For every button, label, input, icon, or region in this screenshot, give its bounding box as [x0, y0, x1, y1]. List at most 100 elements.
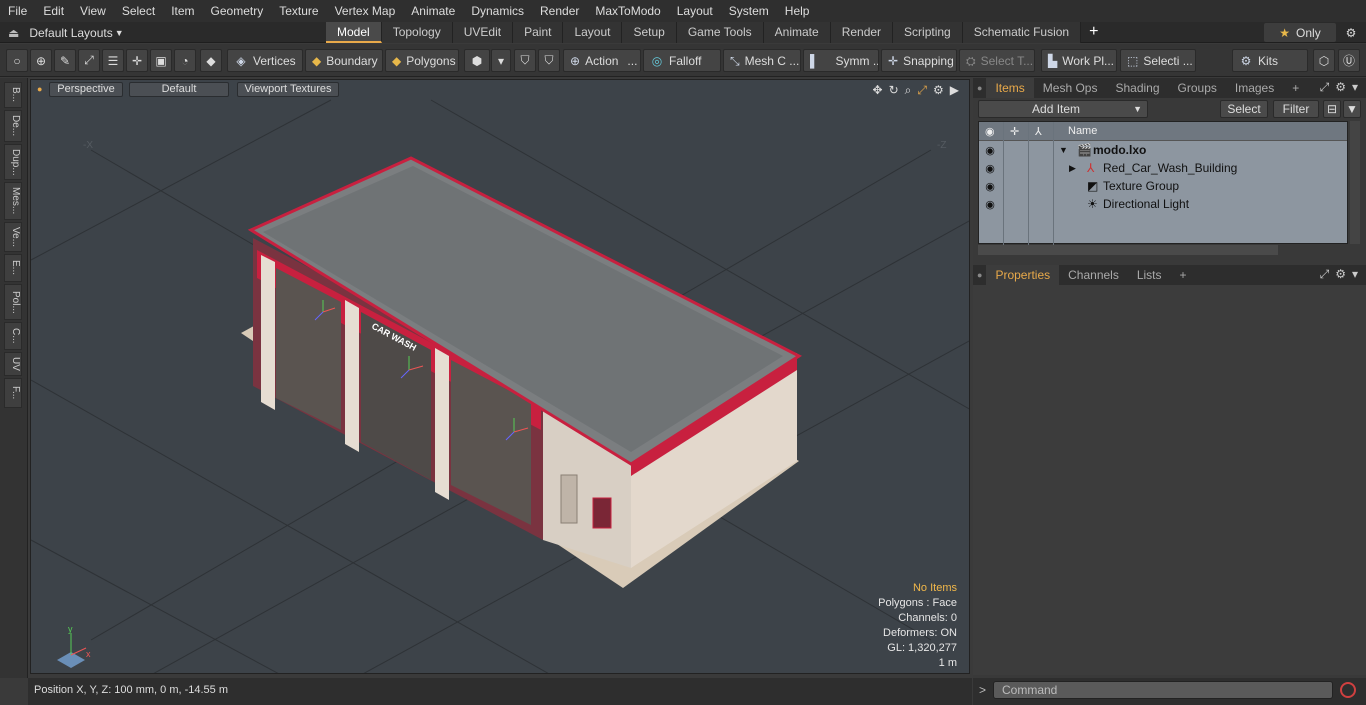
item-mode-icon[interactable]: ◆: [200, 49, 222, 72]
material-icon[interactable]: ⬢: [464, 49, 490, 72]
viewport-textures-button[interactable]: Viewport Textures: [237, 82, 339, 97]
panel-menu-icon[interactable]: ▾: [1352, 80, 1358, 95]
left-tab-uv[interactable]: UV: [4, 352, 22, 376]
expand-icon[interactable]: ⤢: [1320, 80, 1330, 95]
left-tab-duplicate[interactable]: Dup...: [4, 144, 22, 180]
tab-items[interactable]: Items: [986, 78, 1034, 98]
menu-help[interactable]: Help: [777, 0, 818, 22]
menu-texture[interactable]: Texture: [271, 0, 326, 22]
layout-dropdown[interactable]: ⏏ Default Layouts ▼: [8, 24, 124, 41]
shield-icon[interactable]: ⛉: [514, 49, 536, 72]
tab-animate[interactable]: Animate: [763, 22, 831, 43]
menu-dynamics[interactable]: Dynamics: [463, 0, 532, 22]
tab-model[interactable]: Model: [326, 22, 382, 43]
menu-animate[interactable]: Animate: [403, 0, 463, 22]
expand-arrow-icon[interactable]: ▶: [1069, 163, 1076, 174]
left-tab-polygon[interactable]: Pol...: [4, 284, 22, 320]
tab-setup[interactable]: Setup: [622, 22, 677, 43]
tab-groups[interactable]: Groups: [1169, 78, 1226, 98]
mesh-constraints-button[interactable]: ⤡ Mesh C ...: [723, 49, 801, 72]
action-center-button[interactable]: ⊕ Action...: [563, 49, 641, 72]
item-list-hscrollbar[interactable]: [978, 245, 1278, 255]
select-button[interactable]: Select: [1220, 100, 1268, 118]
frame-icon[interactable]: ▣: [150, 49, 172, 72]
menu-select[interactable]: Select: [114, 0, 163, 22]
add-tab-icon[interactable]: +: [1081, 22, 1106, 43]
shading-button[interactable]: Default: [129, 82, 229, 97]
tab-render[interactable]: Render: [830, 22, 894, 43]
left-tab-deform[interactable]: De...: [4, 110, 22, 142]
tab-shading[interactable]: Shading: [1106, 78, 1168, 98]
chevron-down-icon[interactable]: ▾: [491, 49, 511, 72]
menu-geometry[interactable]: Geometry: [203, 0, 272, 22]
menu-render[interactable]: Render: [532, 0, 587, 22]
shield-alt-icon[interactable]: ⛉: [538, 49, 560, 72]
tab-layout[interactable]: Layout: [563, 22, 623, 43]
brush-icon[interactable]: ⤢: [78, 49, 100, 72]
unreal-icon[interactable]: Ⓤ: [1338, 49, 1360, 72]
menu-vertex-map[interactable]: Vertex Map: [327, 0, 404, 22]
add-item-button[interactable]: Add Item ▼: [978, 100, 1148, 118]
timer-icon[interactable]: ◔: [174, 49, 196, 72]
left-tab-curve[interactable]: C...: [4, 322, 22, 350]
selection-sets-button[interactable]: ⬚ Selecti ...: [1120, 49, 1196, 72]
eye-icon[interactable]: ◉: [982, 144, 998, 157]
zoom-icon[interactable]: ⌕: [905, 83, 912, 98]
list-item-mesh[interactable]: ◉ ▶ ⅄ Red_Car_Wash_Building: [979, 159, 1349, 177]
menu-item[interactable]: Item: [163, 0, 202, 22]
work-plane-button[interactable]: ▙ Work Pl...: [1041, 49, 1117, 72]
only-toggle[interactable]: ★ Only: [1264, 23, 1336, 42]
tab-scripting[interactable]: Scripting: [893, 22, 963, 43]
menu-system[interactable]: System: [721, 0, 777, 22]
menu-view[interactable]: View: [72, 0, 114, 22]
tab-topology[interactable]: Topology: [381, 22, 453, 43]
snapping-button[interactable]: ✛ Snapping: [881, 49, 957, 72]
pan-icon[interactable]: ✥: [873, 83, 883, 98]
falloff-button[interactable]: ◎ Falloff: [643, 49, 721, 72]
align-icon[interactable]: ☰: [102, 49, 124, 72]
boundary-button[interactable]: ◆ Boundary: [305, 49, 383, 72]
tab-game-tools[interactable]: Game Tools: [676, 22, 764, 43]
view-type-button[interactable]: Perspective: [49, 82, 123, 97]
item-list-scrollbar[interactable]: [1350, 121, 1360, 244]
gear-icon[interactable]: ⚙: [1342, 24, 1360, 42]
symmetry-button[interactable]: ▌ Symm ...: [803, 49, 879, 72]
expand-arrow-icon[interactable]: ▼: [1059, 145, 1068, 155]
rotate-icon[interactable]: ↻: [889, 83, 899, 98]
left-tab-basic[interactable]: B...: [4, 82, 22, 108]
list-item-scene[interactable]: ◉ ▼ 🎬 modo.lxo: [979, 141, 1349, 159]
expand-icon[interactable]: ⤢: [1320, 267, 1330, 282]
tab-images[interactable]: Images: [1226, 78, 1283, 98]
left-tab-mesh[interactable]: Mes...: [4, 182, 22, 220]
tab-lists[interactable]: Lists: [1128, 265, 1171, 285]
tab-channels[interactable]: Channels: [1059, 265, 1128, 285]
3d-viewport[interactable]: -X -Z CAR WASH y x ● Perspective Default…: [30, 79, 970, 674]
select-through-button[interactable]: ⛭ Select T...: [959, 49, 1035, 72]
left-tab-edge[interactable]: E...: [4, 254, 22, 282]
scene-canvas[interactable]: -X -Z CAR WASH y x: [31, 80, 970, 674]
eye-icon[interactable]: ◉: [982, 162, 998, 175]
menu-edit[interactable]: Edit: [35, 0, 72, 22]
viewport-gear-icon[interactable]: ⚙: [933, 83, 944, 98]
left-tab-fusion[interactable]: F...: [4, 378, 22, 408]
eye-icon[interactable]: ◉: [982, 198, 998, 211]
add-panel-tab-icon[interactable]: +: [1283, 78, 1308, 98]
left-tab-vertex[interactable]: Ve...: [4, 222, 22, 252]
tab-properties[interactable]: Properties: [986, 265, 1060, 285]
fit-icon[interactable]: ⤢: [917, 83, 927, 98]
collapse-icon[interactable]: ⊟: [1323, 100, 1341, 118]
menu-layout[interactable]: Layout: [669, 0, 721, 22]
viewport-expand-icon[interactable]: ▶: [950, 83, 959, 98]
unity-icon[interactable]: ⬡: [1313, 49, 1335, 72]
panel-gear-icon[interactable]: ⚙: [1335, 267, 1346, 282]
pen-icon[interactable]: ✎: [54, 49, 76, 72]
add-panel-tab-icon[interactable]: +: [1171, 265, 1196, 285]
tab-mesh-ops[interactable]: Mesh Ops: [1034, 78, 1107, 98]
record-icon[interactable]: [1340, 682, 1356, 698]
funnel-icon[interactable]: ▼: [1343, 100, 1361, 118]
vertices-button[interactable]: ◈ Vertices: [227, 49, 303, 72]
tab-schematic-fusion[interactable]: Schematic Fusion: [962, 22, 1082, 43]
panel-menu-icon[interactable]: ▾: [1352, 267, 1358, 282]
list-item-light[interactable]: ◉ ☀ Directional Light: [979, 195, 1349, 213]
tab-paint[interactable]: Paint: [513, 22, 564, 43]
